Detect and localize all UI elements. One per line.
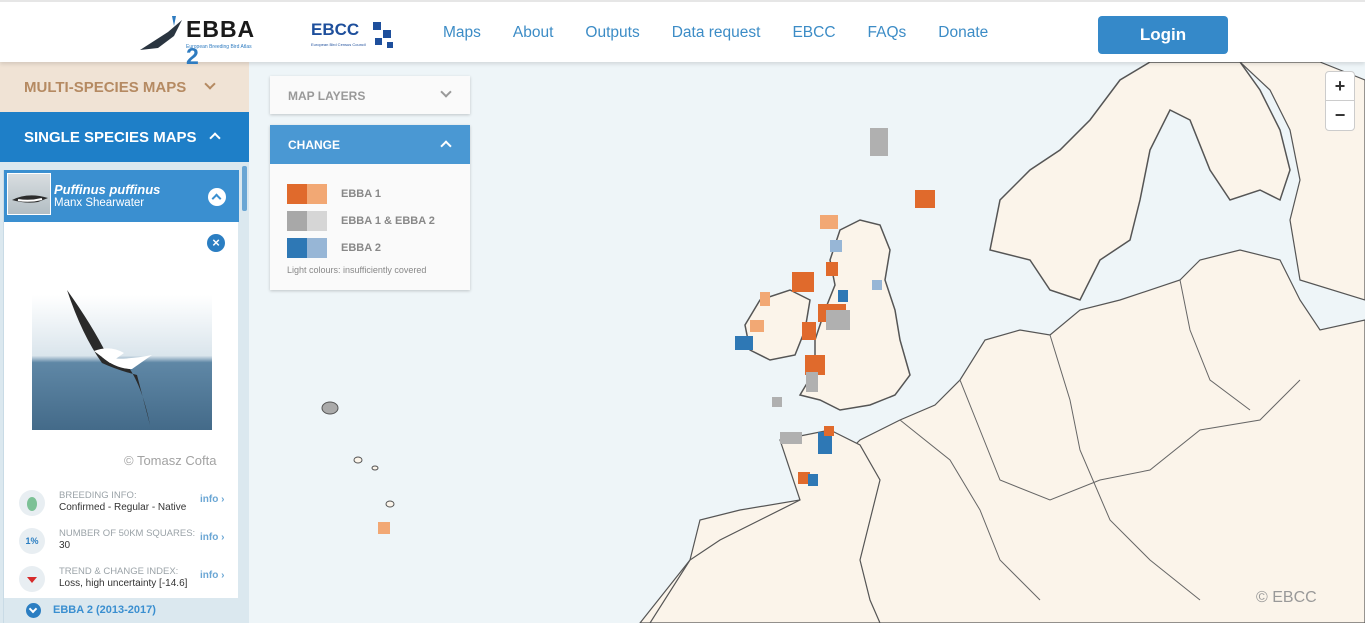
bird-thumbnail-icon: [12, 195, 48, 203]
chevron-down-icon: [204, 78, 216, 90]
species-photo: [32, 290, 212, 430]
squares-info-row: 1% NUMBER OF 50KM SQUARES: 30 info ›: [4, 522, 239, 560]
logo-subtitle: European Breeding Bird Atlas: [186, 44, 252, 50]
trend-value: Loss, high uncertainty [-14.6]: [59, 578, 188, 589]
legend-swatch-light: [307, 184, 327, 204]
change-label: CHANGE: [288, 138, 341, 152]
zoom-control: + −: [1325, 71, 1355, 131]
top-bar: EBBA 2 European Breeding Bird Atlas EBCC…: [0, 0, 1365, 69]
ebba2-logo[interactable]: EBBA 2 European Breeding Bird Atlas: [138, 12, 268, 69]
map-layers-label: MAP LAYERS: [288, 89, 366, 103]
legend-label: EBBA 1: [341, 188, 381, 200]
trend-info-link[interactable]: info ›: [200, 570, 224, 581]
ebba2-period-toggle[interactable]: EBBA 2 (2013-2017): [4, 598, 239, 623]
squares-info-link[interactable]: info ›: [200, 532, 224, 543]
trend-down-icon: [19, 566, 45, 592]
squares-label: NUMBER OF 50KM SQUARES:: [59, 528, 196, 539]
ebcc-emblem-icon: [373, 22, 393, 48]
percent-icon: 1%: [19, 528, 45, 554]
breeding-info-value: Confirmed - Regular - Native: [59, 502, 187, 513]
chevron-up-icon: [209, 132, 221, 144]
legend-swatch-light: [307, 211, 327, 231]
legend-swatch-light: [307, 238, 327, 258]
nav-outputs[interactable]: Outputs: [585, 24, 639, 42]
breeding-info-label: BREEDING INFO:: [59, 490, 137, 501]
breeding-info-row: BREEDING INFO: Confirmed - Regular - Nat…: [4, 484, 239, 522]
chevron-up-icon: [440, 140, 452, 152]
species-panel: Puffinus puffinus Manx Shearwater × © To…: [3, 170, 239, 623]
logo-wordmark: EBBA 2: [186, 16, 255, 69]
chevron-down-circle-icon: [26, 603, 41, 618]
squares-value: 30: [59, 540, 71, 551]
trend-label: TREND & CHANGE INDEX:: [59, 566, 179, 577]
sidebar: MULTI-SPECIES MAPS SINGLE SPECIES MAPS P…: [0, 62, 249, 623]
zoom-out-button[interactable]: −: [1326, 101, 1354, 130]
species-thumbnail: [7, 173, 51, 215]
photo-credit: © Tomasz Cofta: [124, 453, 217, 468]
nav-maps[interactable]: Maps: [443, 24, 481, 42]
zoom-in-button[interactable]: +: [1326, 72, 1354, 101]
chevron-up-icon: [211, 193, 222, 204]
ebcc-logo[interactable]: EBCC European Bird Census Council: [311, 20, 403, 54]
nav-donate[interactable]: Donate: [938, 24, 988, 42]
legend-label: EBBA 1 & EBBA 2: [341, 215, 435, 227]
change-legend-toggle[interactable]: CHANGE: [270, 125, 470, 164]
species-common-name: Manx Shearwater: [54, 197, 145, 209]
legend-note: Light colours: insufficiently covered: [287, 265, 427, 275]
legend-label: EBBA 2: [341, 242, 381, 254]
ebcc-wordmark: EBCC: [311, 20, 360, 39]
ebcc-subtitle: European Bird Census Council: [311, 42, 366, 47]
legend-swatch-dark: [287, 238, 307, 258]
close-species-button[interactable]: ×: [207, 234, 225, 252]
nav-data-request[interactable]: Data request: [672, 24, 761, 42]
legend-swatch-dark: [287, 211, 307, 231]
legend-swatch-dark: [287, 184, 307, 204]
map-copyright: © EBCC: [1256, 589, 1317, 606]
single-species-label: SINGLE SPECIES MAPS: [24, 129, 197, 146]
breeding-info-link[interactable]: info ›: [200, 494, 224, 505]
ebba2-period-label: EBBA 2 (2013-2017): [53, 604, 156, 616]
egg-icon: [19, 490, 45, 516]
map-layers-toggle[interactable]: MAP LAYERS: [270, 76, 470, 114]
nav-about[interactable]: About: [513, 24, 554, 42]
nav-faqs[interactable]: FAQs: [868, 24, 907, 42]
collapse-species-button[interactable]: [208, 188, 226, 206]
chevron-down-icon: [440, 86, 452, 98]
species-header[interactable]: Puffinus puffinus Manx Shearwater: [4, 170, 239, 222]
trend-info-row: TREND & CHANGE INDEX: Loss, high uncerta…: [4, 560, 239, 598]
bird-logo-icon: [140, 16, 182, 50]
multi-species-label: MULTI-SPECIES MAPS: [24, 79, 187, 96]
change-legend-panel: CHANGE EBBA 1 EBBA 1 & EBBA 2 EBBA 2 Lig…: [270, 125, 470, 290]
single-species-maps-toggle[interactable]: SINGLE SPECIES MAPS: [0, 112, 249, 162]
sidebar-scrollbar[interactable]: [242, 166, 247, 211]
species-latin-name: Puffinus puffinus: [54, 182, 161, 197]
login-button[interactable]: Login: [1098, 16, 1228, 54]
nav-ebcc[interactable]: EBCC: [792, 24, 835, 42]
main-nav: Maps About Outputs Data request EBCC FAQ…: [443, 24, 1020, 42]
